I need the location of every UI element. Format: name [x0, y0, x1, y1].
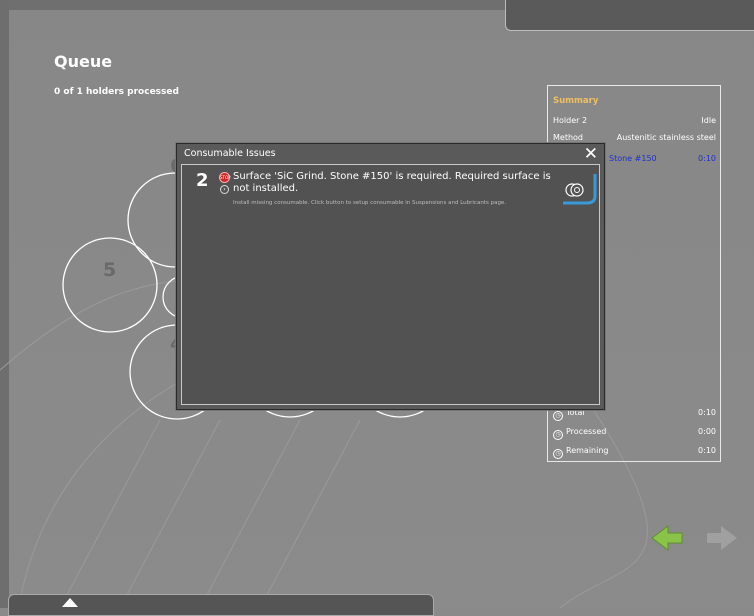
summary-remaining-row: ◷ Remaining 0:10	[553, 446, 716, 459]
arrow-up-icon[interactable]	[62, 598, 78, 607]
holder-number-5: 5	[103, 259, 116, 281]
remaining-label: Remaining	[566, 446, 609, 455]
clock-icon: ◷	[553, 449, 563, 459]
holder-label: Holder 2	[553, 116, 588, 125]
arrow-left-icon[interactable]	[650, 523, 686, 553]
clock-icon: ◷	[553, 411, 563, 421]
step-name: Stone #150	[609, 154, 657, 163]
dialog-title: Consumable Issues	[184, 148, 276, 159]
close-icon[interactable]: ✕	[584, 144, 598, 164]
issues-list: 2 STOP › Surface 'SiC Grind. Stone #150'…	[181, 164, 600, 405]
holder-slot-5[interactable]	[62, 237, 158, 333]
method-value: Austenitic stainless steel	[616, 133, 716, 142]
issue-message: Surface 'SiC Grind. Stone #150' is requi…	[233, 171, 551, 194]
issue-holder-number: 2	[196, 170, 209, 191]
summary-holder-row: Holder 2 Idle	[553, 116, 716, 127]
processed-value: 0:00	[698, 427, 716, 436]
issue-hint: Install missing consumable. Click button…	[233, 200, 507, 206]
setup-consumable-button[interactable]	[559, 170, 599, 206]
consumable-issues-dialog: Consumable Issues ✕ 2 STOP › Surface 'Si…	[176, 143, 605, 410]
holder-status: Idle	[701, 116, 716, 125]
method-label: Method	[553, 133, 584, 142]
step-time: 0:10	[698, 154, 716, 163]
clock-icon: ◷	[553, 430, 563, 440]
stop-icon: STOP	[219, 172, 231, 183]
info-icon: ›	[220, 185, 229, 194]
summary-title: Summary	[553, 96, 599, 106]
summary-processed-row: ◷ Processed 0:00	[553, 427, 716, 440]
remaining-value: 0:10	[698, 446, 716, 455]
processed-label: Processed	[566, 427, 607, 436]
arrow-right-icon[interactable]	[705, 523, 741, 553]
total-value: 0:10	[698, 408, 716, 417]
